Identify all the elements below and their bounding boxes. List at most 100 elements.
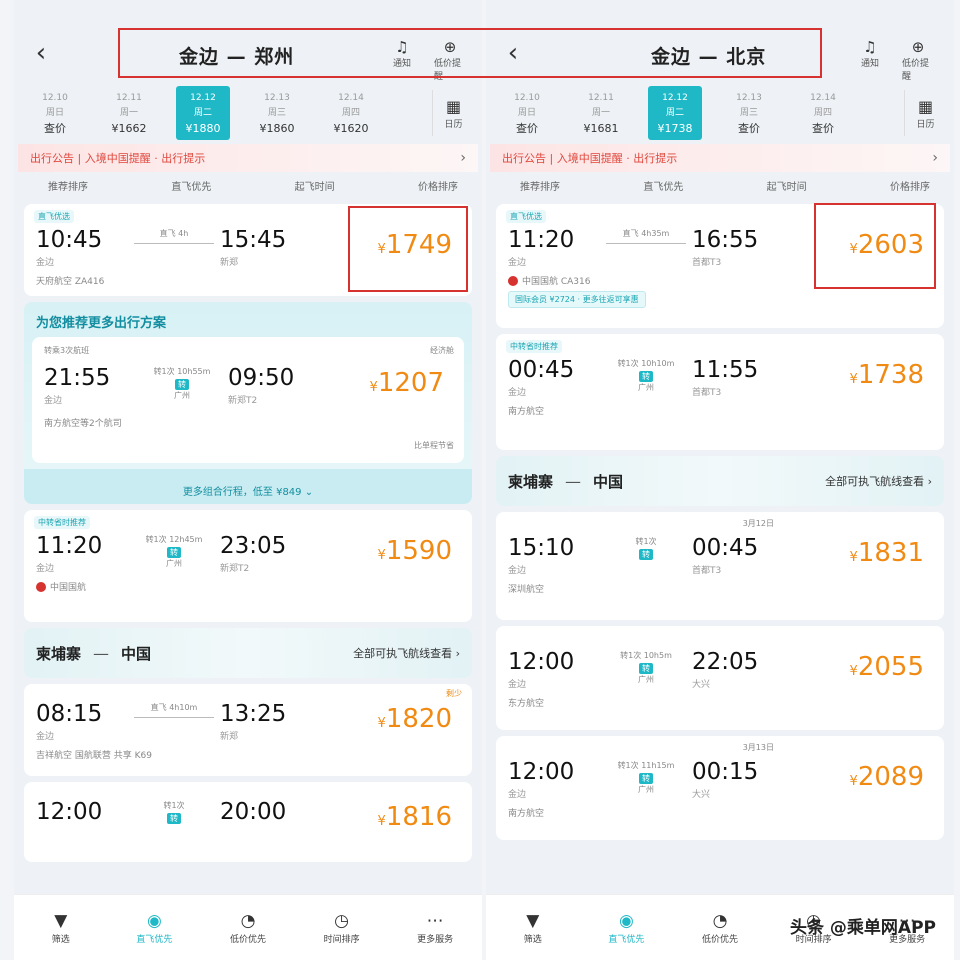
departure: 12:00 金边: [508, 648, 600, 690]
weekday-label: 周一: [119, 107, 138, 118]
flight-row: 15:10 金边 转1次转 00:45 首都T3 ¥1831: [508, 534, 932, 576]
plane-icon: ◉: [146, 911, 162, 931]
transfer-city: 广州: [638, 675, 654, 684]
travel-notice[interactable]: 出行公告 | 入境中国提醒 · 出行提示 ›: [490, 144, 950, 172]
sort-option[interactable]: 价格排序: [890, 178, 930, 193]
sort-option[interactable]: 起飞时间: [295, 178, 335, 193]
route-banner[interactable]: 柬埔寨 — 中国 全部可执飞航线查看 ›: [496, 456, 944, 506]
departure: 10:45 金边: [36, 226, 128, 268]
arrival-airport: 首都T3: [692, 566, 722, 576]
airline-name: 东方航空: [508, 699, 545, 709]
flight-card[interactable]: 转乘3次航班 经济舱 21:55 金边 转1次 10h55m 转广州 09:50 新郑…: [32, 337, 464, 463]
duration-text: 转1次 10h55m: [153, 367, 211, 376]
member-price-badge[interactable]: 国际会员 ¥2724 · 更多往返可享惠: [508, 291, 646, 308]
departure-time: 10:45: [36, 227, 103, 253]
flight-card[interactable]: 中转省时推荐 00:45 金边 转1次 10h10m 转广州 11:55 首都T3 ¥…: [496, 334, 944, 450]
route-title[interactable]: 金边 — 北京: [651, 42, 766, 69]
airline-info: 东方航空: [508, 696, 932, 709]
date-tab[interactable]: 12.13 周三 ¥1860: [240, 86, 314, 140]
flight-tag: 中转省时推荐: [34, 516, 90, 529]
date-tab[interactable]: 12.14 周四 查价: [786, 86, 860, 140]
departure: 11:20 金边: [36, 532, 128, 574]
flight-row: 10:45 金边 直飞 4h 15:45 新郑 ¥1749: [36, 226, 460, 268]
date-tab[interactable]: 12.13 周三 查价: [712, 86, 786, 140]
airline-name: 南方航空等2个航司: [44, 419, 122, 429]
price-value: 1820: [385, 704, 452, 734]
arrival: 20:00: [220, 798, 330, 826]
price: ¥2055: [850, 652, 924, 687]
tab-filter[interactable]: ▼ 筛选: [26, 910, 96, 945]
departure-airport: 金边: [508, 566, 527, 576]
calendar-label: 日历: [444, 119, 463, 130]
sort-option[interactable]: 直飞优先: [171, 178, 211, 193]
tab-more[interactable]: ⋯ 更多服务: [400, 910, 470, 945]
route-banner[interactable]: 柬埔寨 — 中国 全部可执飞航线查看 ›: [24, 628, 472, 678]
tab-time-sort[interactable]: ◷ 时间排序: [307, 910, 377, 945]
arrival: 13:25 新郑: [220, 700, 330, 742]
airline-logo-icon: [508, 275, 518, 286]
calendar-button[interactable]: ▦ 日历: [432, 90, 474, 136]
flight-duration: 转1次转: [600, 534, 692, 560]
date-tab[interactable]: 12.11 周一 ¥1662: [92, 86, 166, 140]
duration-text: 直飞 4h35m: [622, 229, 670, 238]
travel-notice[interactable]: 出行公告 | 入境中国提醒 · 出行提示 ›: [18, 144, 478, 172]
route-title[interactable]: 金边 — 郑州: [179, 42, 294, 69]
duration-text: 直飞 4h10m: [150, 703, 198, 712]
route-line: [606, 243, 686, 244]
sort-option[interactable]: 直飞优先: [643, 178, 683, 193]
flight-card[interactable]: 12:00 金边 转1次 10h5m 转广州 22:05 大兴 ¥2055 东方航空: [496, 626, 944, 730]
tab-low-price[interactable]: ◔ 低价优先: [213, 910, 283, 945]
arrival-time: 13:25: [220, 701, 287, 727]
sort-option[interactable]: 起飞时间: [767, 178, 807, 193]
flight-card[interactable]: 12:00 转1次转 20:00 ¥1816: [24, 782, 472, 862]
date-label: 12.10: [514, 92, 540, 103]
airline-info: 吉祥航空 国航联营 共享 K69: [36, 748, 460, 761]
price-value: 1816: [385, 802, 452, 832]
date-tab-selected[interactable]: 12.12 周二 ¥1738: [648, 86, 702, 140]
currency-symbol: ¥: [849, 664, 858, 679]
weekday-label: 周四: [341, 107, 360, 118]
flight-card[interactable]: 中转省时推荐 11:20 金边 转1次 12h45m 转广州 23:05 新郑T2 ¥…: [24, 510, 472, 622]
tab-low-price[interactable]: ◔ 低价优先: [685, 910, 755, 945]
departure-time: 12:00: [508, 649, 575, 675]
flight-card[interactable]: 直飞优选 11:20 金边 直飞 4h35m 16:55 首都T3 ¥2603 中国…: [496, 204, 944, 328]
arrival-airport: 新郑: [220, 732, 239, 742]
flight-row: 12:00 金边 转1次 10h5m 转广州 22:05 大兴 ¥2055: [508, 648, 932, 690]
arrival: 11:55 首都T3: [692, 356, 802, 398]
weekday-label: 周三: [267, 107, 286, 118]
transfer-note: 转乘3次航班: [44, 346, 90, 355]
tab-direct-first[interactable]: ◉ 直飞优先: [119, 910, 189, 945]
date-tab[interactable]: 12.14 周四 ¥1620: [314, 86, 388, 140]
flight-card[interactable]: 直飞优选 10:45 金边 直飞 4h 15:45 新郑 ¥1749 天府航空 ZA…: [24, 204, 472, 296]
date-tab[interactable]: 12.10 周日 查价: [18, 86, 92, 140]
departure-time: 21:55: [44, 365, 111, 391]
tab-filter[interactable]: ▼ 筛选: [498, 910, 568, 945]
notification-button[interactable]: ♫ 通知: [386, 38, 418, 82]
date-tab[interactable]: 12.11 周一 ¥1681: [564, 86, 638, 140]
flight-card[interactable]: 3月13日 12:00 金边 转1次 11h15m 转广州 00:15 大兴 ¥208…: [496, 736, 944, 840]
headset-icon: ♫: [395, 38, 409, 56]
departure-airport: 金边: [36, 564, 55, 574]
flight-card[interactable]: 剩少 08:15 金边 直飞 4h10m 13:25 新郑 ¥1820 吉祥航空 国…: [24, 684, 472, 776]
arrival-airport: 新郑T2: [220, 564, 250, 574]
banner-link[interactable]: 全部可执飞航线查看 ›: [825, 473, 932, 489]
date-label: 12.11: [588, 92, 614, 103]
notification-button[interactable]: ♫ 通知: [854, 38, 886, 82]
price-alert-button[interactable]: ⊕ 低价提醒: [902, 38, 934, 82]
date-tab[interactable]: 12.10 周日 查价: [490, 86, 564, 140]
arrival-time: 23:05: [220, 533, 287, 559]
back-icon[interactable]: ‹: [500, 38, 526, 68]
currency-symbol: ¥: [849, 774, 858, 789]
banner-link[interactable]: 全部可执飞航线查看 ›: [353, 645, 460, 661]
sort-option[interactable]: 价格排序: [418, 178, 458, 193]
calendar-button[interactable]: ▦ 日历: [904, 90, 946, 136]
flight-card[interactable]: 3月12日 15:10 金边 转1次转 00:45 首都T3 ¥1831 深圳航空: [496, 512, 944, 620]
sort-option[interactable]: 推荐排序: [520, 178, 560, 193]
sort-option[interactable]: 推荐排序: [48, 178, 88, 193]
duration-text: 转1次: [163, 801, 185, 810]
back-icon[interactable]: ‹: [28, 38, 54, 68]
price-alert-button[interactable]: ⊕ 低价提醒: [434, 38, 466, 82]
more-combos-button[interactable]: 更多组合行程，低至 ¥849 ⌄: [24, 469, 472, 504]
tab-direct-first[interactable]: ◉ 直飞优先: [591, 910, 661, 945]
date-tab-selected[interactable]: 12.12 周二 ¥1880: [176, 86, 230, 140]
